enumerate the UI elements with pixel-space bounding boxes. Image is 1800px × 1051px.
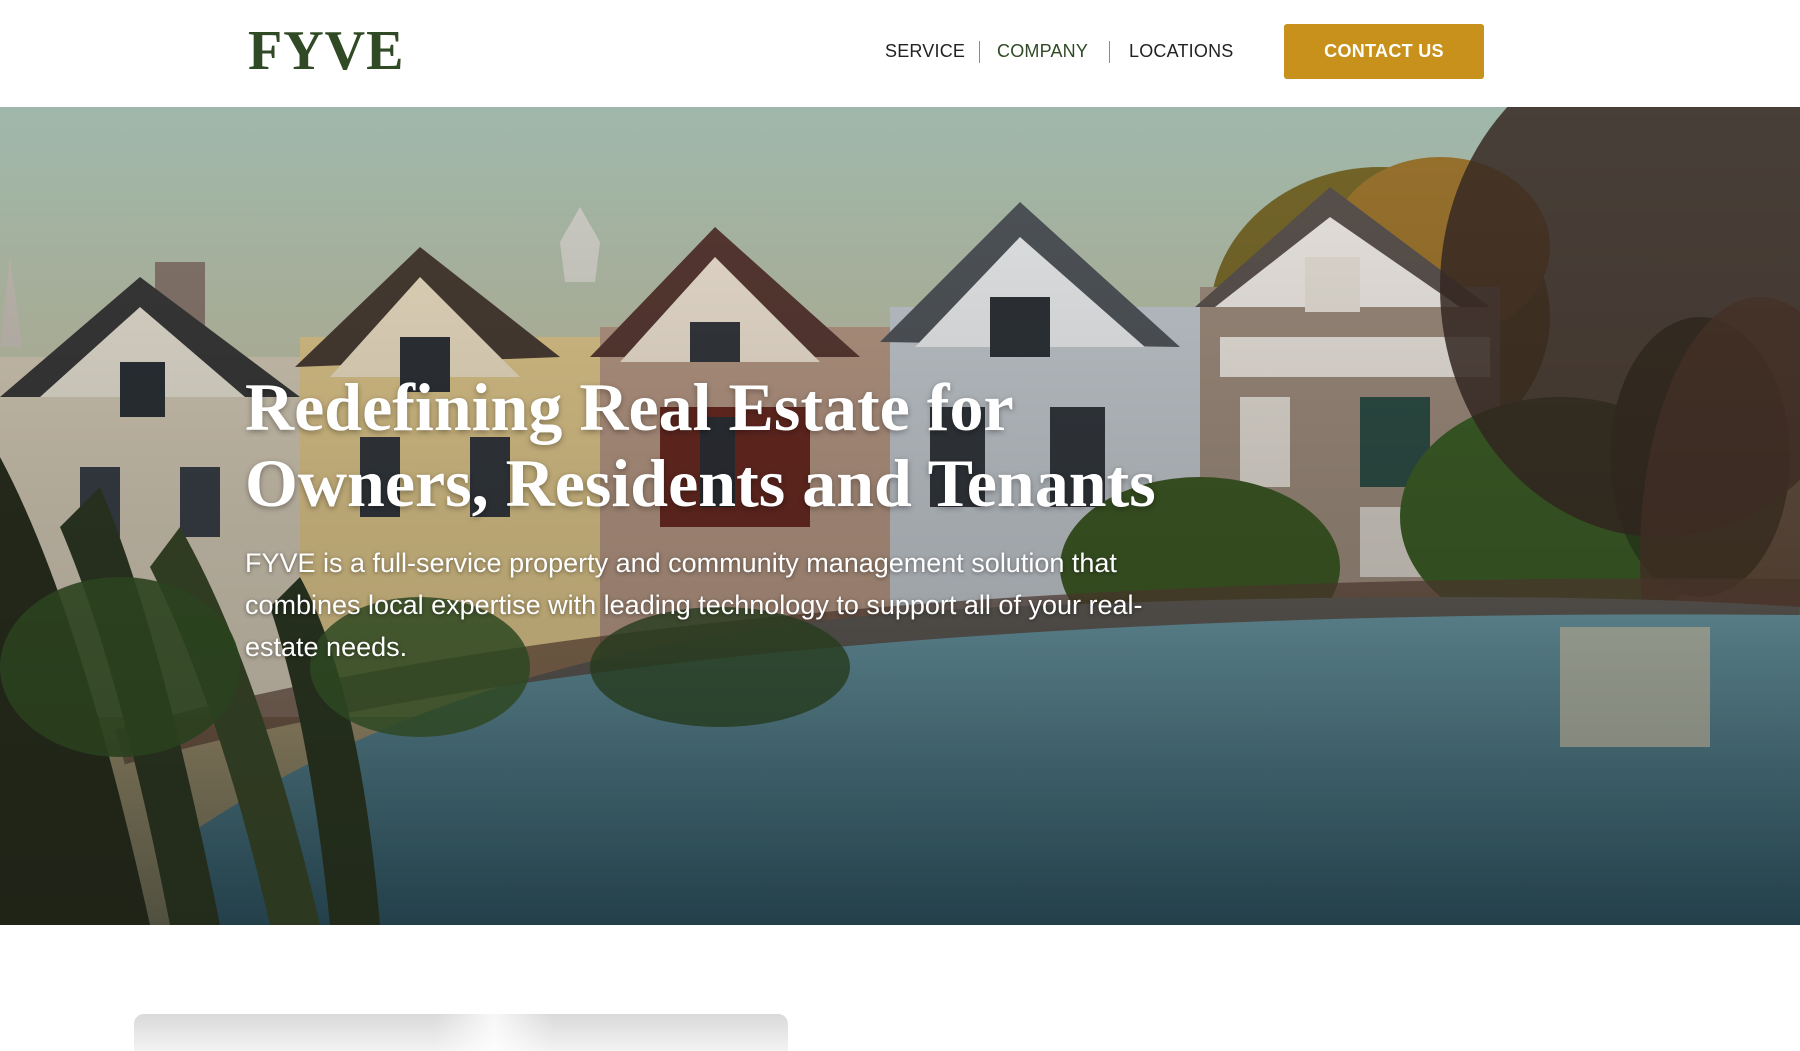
nav-link-service[interactable]: SERVICE bbox=[885, 41, 965, 62]
nav-item-company[interactable]: COMPANY bbox=[997, 39, 1088, 63]
hero-subtitle: FYVE is a full-service property and comm… bbox=[245, 548, 1143, 662]
content-card-preview bbox=[134, 1014, 788, 1051]
nav-link-locations[interactable]: LOCATIONS bbox=[1129, 41, 1233, 62]
hero-title-line1: Redefining Real Estate for bbox=[245, 369, 1014, 445]
site-header: FYVE SERVICE COMPANY LOCATIONS CONTACT U… bbox=[0, 0, 1800, 107]
card-image-highlight bbox=[434, 1014, 554, 1051]
nav-divider bbox=[1109, 41, 1110, 63]
hero-title-line2: Owners, Residents and Tenants bbox=[245, 445, 1156, 521]
fyve-logo[interactable]: FYVE bbox=[248, 22, 404, 80]
nav-item-service[interactable]: SERVICE bbox=[885, 39, 965, 63]
contact-us-button[interactable]: CONTACT US bbox=[1284, 24, 1484, 79]
hero-section: Redefining Real Estate for Owners, Resid… bbox=[0, 107, 1800, 925]
nav-link-company[interactable]: COMPANY bbox=[997, 41, 1088, 62]
hero-title: Redefining Real Estate for Owners, Resid… bbox=[245, 369, 1245, 521]
nav-divider bbox=[979, 41, 980, 63]
nav-item-locations[interactable]: LOCATIONS bbox=[1129, 39, 1233, 63]
